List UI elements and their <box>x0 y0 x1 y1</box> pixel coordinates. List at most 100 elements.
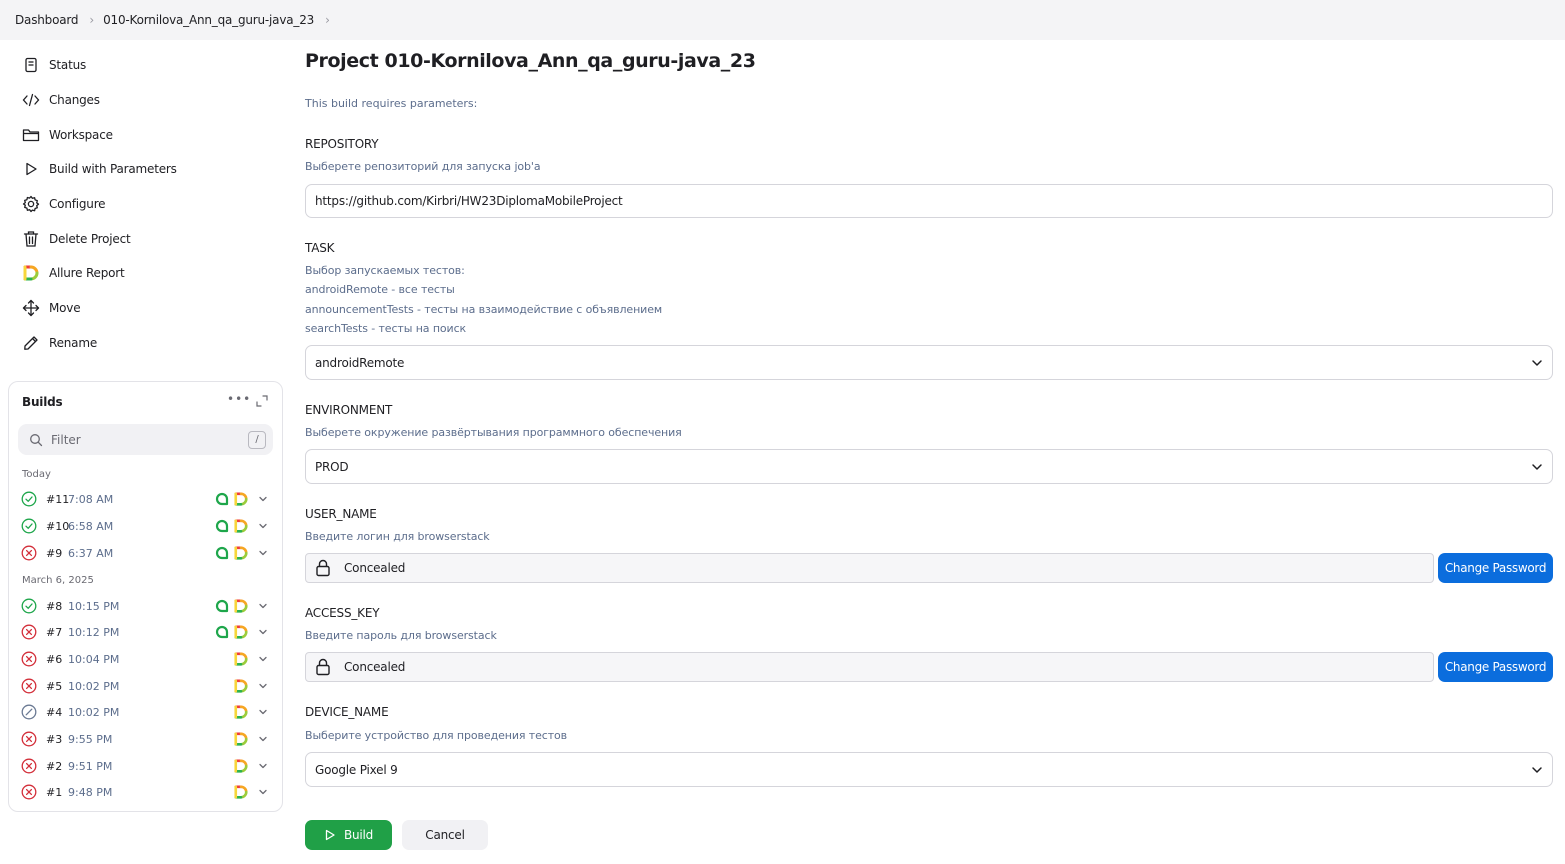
build-number[interactable]: #8 <box>46 600 68 613</box>
change-password-button[interactable]: Change Password <box>1438 553 1553 583</box>
allure-icon[interactable] <box>234 652 248 666</box>
device-name-select[interactable]: Google Pixel 9 <box>305 752 1553 787</box>
environment-select-value: PROD <box>315 459 349 474</box>
build-time[interactable]: 10:02 PM <box>68 706 119 719</box>
sidebar-item-move[interactable]: Move <box>14 291 284 326</box>
chevron-down-icon[interactable] <box>257 626 269 638</box>
build-row[interactable]: #9 6:37 AM <box>21 541 273 565</box>
console-icon[interactable] <box>215 519 229 533</box>
sidebar-item-label: Workspace <box>49 127 113 142</box>
allure-icon[interactable] <box>234 625 248 639</box>
allure-icon[interactable] <box>234 705 248 719</box>
build-button[interactable]: Build <box>305 820 392 850</box>
chevron-down-icon[interactable] <box>257 493 269 505</box>
build-time[interactable]: 10:15 PM <box>68 600 119 613</box>
build-row[interactable]: #2 9:51 PM <box>21 754 273 778</box>
build-row[interactable]: #5 10:02 PM <box>21 674 273 698</box>
lock-icon <box>315 658 331 676</box>
allure-icon[interactable] <box>234 732 248 746</box>
sidebar-item-rename[interactable]: Rename <box>14 326 284 361</box>
allure-icon[interactable] <box>234 759 248 773</box>
allure-icon[interactable] <box>234 599 248 613</box>
environment-select[interactable]: PROD <box>305 449 1553 484</box>
build-number[interactable]: #6 <box>46 653 68 666</box>
change-password-button[interactable]: Change Password <box>1438 652 1553 682</box>
console-icon[interactable] <box>215 625 229 639</box>
param-task-description-line: announcementTests - тесты на взаимодейст… <box>305 302 663 316</box>
user-name-field: Concealed <box>305 553 1434 583</box>
sidebar-item-configure[interactable]: Configure <box>14 187 284 222</box>
breadcrumb-project[interactable]: 010-Kornilova_Ann_qa_guru-java_23 <box>103 13 314 27</box>
build-row[interactable]: #11 7:08 AM <box>21 487 273 511</box>
build-time[interactable]: 9:55 PM <box>68 733 112 746</box>
allure-icon[interactable] <box>234 492 248 506</box>
access-key-field: Concealed <box>305 652 1434 682</box>
sidebar-item-label: Delete Project <box>49 231 131 246</box>
build-time[interactable]: 10:04 PM <box>68 653 119 666</box>
allure-icon[interactable] <box>234 519 248 533</box>
build-actions <box>229 678 273 694</box>
param-device-name-description: Выберите устройство для проведения тесто… <box>305 729 568 742</box>
repository-input[interactable]: https://github.com/Kirbri/HW23DiplomaMob… <box>305 184 1553 218</box>
builds-title: Builds <box>22 395 63 409</box>
build-number[interactable]: #3 <box>46 733 68 746</box>
lock-icon <box>315 559 331 577</box>
task-select[interactable]: androidRemote <box>305 345 1553 380</box>
build-row[interactable]: #10 6:58 AM <box>21 514 273 538</box>
chevron-down-icon[interactable] <box>257 600 269 612</box>
build-number[interactable]: #4 <box>46 706 68 719</box>
chevron-down-icon[interactable] <box>257 547 269 559</box>
build-time[interactable]: 7:08 AM <box>68 493 113 506</box>
build-row[interactable]: #7 10:12 PM <box>21 620 273 644</box>
build-row[interactable]: #3 9:55 PM <box>21 727 273 751</box>
build-time[interactable]: 10:12 PM <box>68 626 119 639</box>
chevron-down-icon[interactable] <box>257 760 269 772</box>
failed-x-icon <box>21 651 37 667</box>
chevron-down-icon[interactable] <box>257 733 269 745</box>
more-options-icon[interactable]: ••• <box>227 392 250 408</box>
sidebar-item-delete-project[interactable]: Delete Project <box>14 221 284 256</box>
build-row[interactable]: #1 9:48 PM <box>21 780 273 804</box>
build-number[interactable]: #5 <box>46 680 68 693</box>
build-row[interactable]: #6 10:04 PM <box>21 647 273 671</box>
build-time[interactable]: 6:37 AM <box>68 547 113 560</box>
failed-x-icon <box>21 678 37 694</box>
task-select-value: androidRemote <box>315 355 405 370</box>
build-row[interactable]: #4 10:02 PM <box>21 700 273 724</box>
build-number[interactable]: #10 <box>46 520 69 533</box>
build-time[interactable]: 9:51 PM <box>68 760 112 773</box>
build-number[interactable]: #9 <box>46 547 68 560</box>
chevron-down-icon[interactable] <box>257 786 269 798</box>
sidebar-item-allure-report[interactable]: Allure Report <box>14 256 284 291</box>
builds-filter[interactable]: / <box>18 424 273 455</box>
sidebar-item-changes[interactable]: Changes <box>14 83 284 118</box>
allure-icon[interactable] <box>234 785 248 799</box>
build-time[interactable]: 9:48 PM <box>68 786 112 799</box>
breadcrumb-dashboard[interactable]: Dashboard <box>15 13 79 27</box>
chevron-down-icon[interactable] <box>257 653 269 665</box>
filter-input[interactable] <box>51 432 231 447</box>
console-icon[interactable] <box>215 599 229 613</box>
chevron-down-icon[interactable] <box>257 520 269 532</box>
sidebar-item-label: Changes <box>49 93 100 108</box>
console-icon[interactable] <box>215 492 229 506</box>
build-number[interactable]: #2 <box>46 760 68 773</box>
sidebar-item-workspace[interactable]: Workspace <box>14 117 284 152</box>
build-time[interactable]: 10:02 PM <box>68 680 119 693</box>
expand-icon[interactable] <box>255 394 269 408</box>
allure-icon[interactable] <box>234 546 248 560</box>
sidebar-item-build-with-parameters[interactable]: Build with Parameters <box>14 152 284 187</box>
build-number[interactable]: #1 <box>46 786 68 799</box>
chevron-down-icon[interactable] <box>257 706 269 718</box>
sidebar-item-status[interactable]: Status <box>14 48 284 83</box>
build-number[interactable]: #11 <box>46 493 69 506</box>
breadcrumb-chevron-icon[interactable]: › <box>325 13 330 27</box>
build-row[interactable]: #8 10:15 PM <box>21 594 273 618</box>
failed-x-icon <box>21 624 37 640</box>
console-icon[interactable] <box>215 546 229 560</box>
build-time[interactable]: 6:58 AM <box>68 520 113 533</box>
allure-icon[interactable] <box>234 679 248 693</box>
chevron-down-icon[interactable] <box>257 680 269 692</box>
cancel-button[interactable]: Cancel <box>402 820 488 850</box>
build-number[interactable]: #7 <box>46 626 68 639</box>
